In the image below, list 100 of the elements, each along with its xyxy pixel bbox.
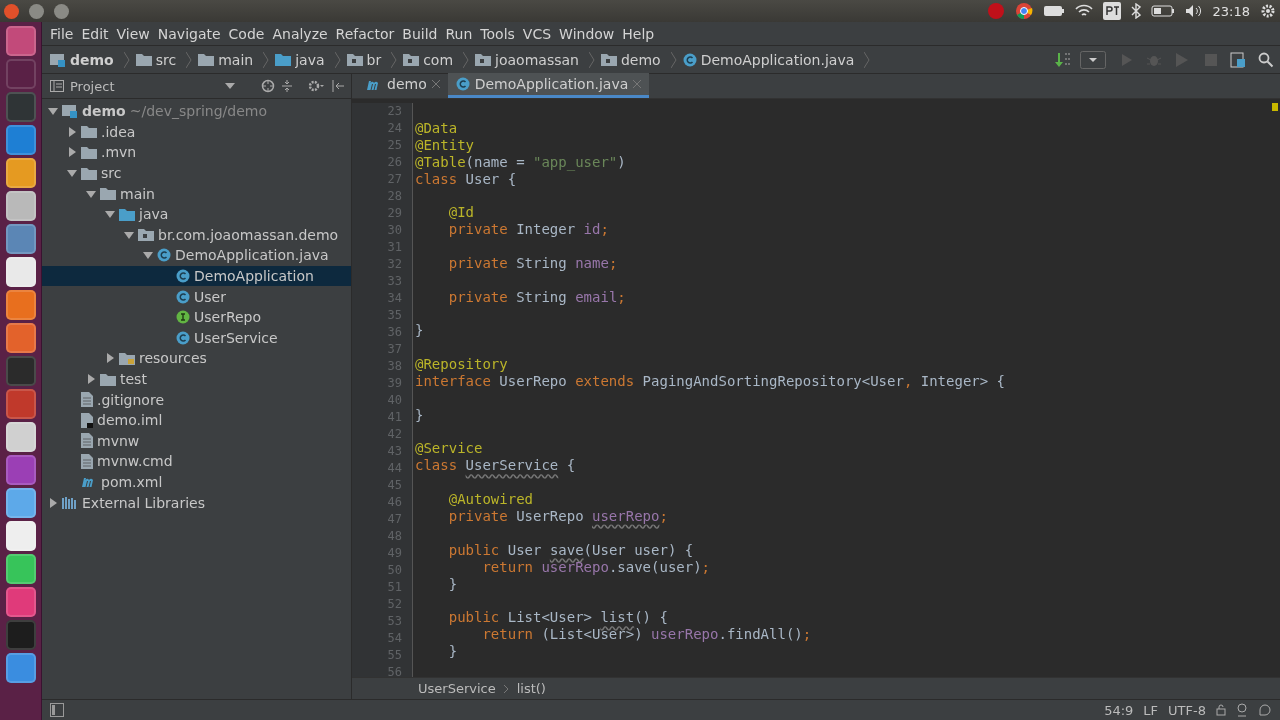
nav-crumb[interactable]: joaomassan bbox=[475, 51, 587, 68]
tree-row[interactable]: DemoApplication.java bbox=[42, 245, 351, 266]
tree-row[interactable]: src bbox=[42, 162, 351, 184]
menu-item[interactable]: Build bbox=[398, 25, 442, 42]
tree-row[interactable]: External Libraries bbox=[42, 492, 351, 513]
menu-item[interactable]: Run bbox=[441, 25, 477, 42]
breadcrumb-item[interactable]: list() bbox=[516, 681, 546, 696]
launcher-app-icon[interactable] bbox=[5, 521, 36, 551]
nav-crumb[interactable]: demo bbox=[50, 51, 122, 68]
nav-crumb[interactable]: DemoApplication.java bbox=[682, 51, 863, 68]
tree-row[interactable]: User bbox=[42, 286, 351, 307]
collapse-arrow-icon[interactable] bbox=[143, 250, 153, 261]
clock[interactable]: 23:18 bbox=[1212, 3, 1250, 19]
collapse-arrow-icon[interactable] bbox=[67, 168, 77, 179]
launcher-app-icon[interactable] bbox=[5, 191, 36, 221]
editor-tab[interactable]: DemoApplication.java bbox=[447, 73, 650, 98]
launcher-app-icon[interactable] bbox=[5, 653, 36, 683]
tree-row[interactable]: mvnw.cmd bbox=[42, 451, 351, 472]
nav-crumb[interactable]: br bbox=[346, 51, 390, 68]
launcher-app-icon[interactable] bbox=[5, 257, 36, 287]
inspector-icon[interactable] bbox=[1236, 703, 1248, 717]
nav-crumb[interactable]: com bbox=[403, 51, 462, 68]
line-separator[interactable]: LF bbox=[1143, 702, 1159, 718]
build-icon[interactable] bbox=[1054, 51, 1072, 68]
breadcrumb-item[interactable]: UserService bbox=[418, 681, 496, 696]
keyboard-layout-icon[interactable] bbox=[1102, 2, 1121, 20]
project-view-icon[interactable] bbox=[50, 80, 64, 92]
tree-row[interactable]: main bbox=[42, 183, 351, 204]
nav-crumb[interactable]: main bbox=[198, 51, 262, 68]
nav-crumb[interactable]: java bbox=[275, 51, 333, 68]
menu-item[interactable]: Window bbox=[555, 25, 619, 42]
menu-item[interactable]: Refactor bbox=[331, 25, 399, 42]
collapse-arrow-icon[interactable] bbox=[86, 188, 96, 199]
menu-item[interactable]: Code bbox=[224, 25, 269, 42]
file-encoding[interactable]: UTF-8 bbox=[1168, 702, 1206, 718]
tree-row[interactable]: mvnw bbox=[42, 430, 351, 452]
caret-position[interactable]: 54:9 bbox=[1104, 702, 1134, 718]
collapse-arrow-icon[interactable] bbox=[105, 209, 115, 220]
bluetooth-icon[interactable] bbox=[1130, 3, 1141, 19]
hide-panel-icon[interactable] bbox=[331, 79, 345, 93]
collapse-all-icon[interactable] bbox=[281, 79, 293, 93]
maximize-button[interactable] bbox=[54, 3, 69, 19]
battery-icon[interactable] bbox=[1150, 5, 1175, 17]
menu-item[interactable]: Analyze bbox=[268, 25, 332, 42]
menu-item[interactable]: Help bbox=[618, 25, 659, 42]
class-icon bbox=[157, 248, 171, 263]
tree-row[interactable]: UserRepo bbox=[42, 306, 351, 328]
close-button[interactable] bbox=[4, 3, 19, 19]
launcher-app-icon[interactable] bbox=[5, 158, 36, 188]
settings-icon[interactable] bbox=[1260, 3, 1276, 19]
launcher-app-icon[interactable] bbox=[5, 290, 36, 320]
tree-row[interactable]: .idea bbox=[42, 121, 351, 143]
tree-row[interactable]: demo ~/dev_spring/demo bbox=[42, 101, 351, 122]
wifi-icon[interactable] bbox=[1074, 4, 1093, 18]
warning-marker-icon[interactable] bbox=[1272, 103, 1278, 111]
expand-arrow-icon[interactable] bbox=[67, 147, 77, 158]
expand-arrow-icon[interactable] bbox=[67, 126, 77, 137]
locate-icon[interactable] bbox=[261, 79, 275, 93]
menu-item[interactable]: Edit bbox=[77, 25, 113, 42]
run-config-dropdown[interactable] bbox=[1080, 50, 1106, 69]
tree-row[interactable]: br.com.joaomassan.demo bbox=[42, 224, 351, 246]
menu-item[interactable]: VCS bbox=[518, 25, 556, 42]
expand-arrow-icon[interactable] bbox=[48, 497, 58, 508]
tool-windows-icon[interactable] bbox=[50, 703, 64, 717]
launcher-app-icon[interactable] bbox=[5, 422, 36, 452]
close-icon[interactable] bbox=[431, 80, 440, 88]
folder-icon bbox=[81, 125, 97, 139]
panel-title[interactable]: Project bbox=[70, 78, 115, 94]
launcher-app-icon[interactable] bbox=[5, 488, 36, 518]
tree-row[interactable]: demo.iml bbox=[42, 409, 351, 431]
menu-item[interactable]: View bbox=[112, 25, 154, 42]
collapse-arrow-icon[interactable] bbox=[48, 106, 58, 117]
expand-arrow-icon[interactable] bbox=[86, 374, 96, 384]
nav-crumb[interactable]: demo bbox=[600, 51, 669, 68]
battery-icon[interactable] bbox=[1042, 5, 1065, 17]
tree-row[interactable]: .mvn bbox=[42, 142, 351, 163]
tree-row[interactable]: resources bbox=[42, 348, 351, 369]
tree-row[interactable]: DemoApplication bbox=[42, 265, 351, 287]
editor-tab[interactable]: demo bbox=[358, 73, 448, 98]
dropdown-arrow-icon[interactable] bbox=[225, 83, 235, 89]
expand-arrow-icon[interactable] bbox=[105, 353, 115, 364]
event-log-icon[interactable] bbox=[1258, 703, 1272, 717]
tree-row[interactable]: .gitignore bbox=[42, 389, 351, 410]
minimize-button[interactable] bbox=[29, 3, 44, 19]
search-icon[interactable] bbox=[1258, 51, 1274, 68]
menu-item[interactable]: File bbox=[46, 25, 78, 42]
tree-row[interactable]: UserService bbox=[42, 327, 351, 349]
browser-icon[interactable] bbox=[1014, 2, 1033, 20]
tree-row[interactable]: java bbox=[42, 203, 351, 225]
menu-item[interactable]: Navigate bbox=[153, 25, 225, 42]
settings-icon[interactable] bbox=[307, 79, 325, 93]
tree-row[interactable]: test bbox=[42, 368, 351, 390]
volume-icon[interactable] bbox=[1184, 4, 1203, 18]
tree-row[interactable]: pom.xml bbox=[42, 471, 351, 493]
collapse-arrow-icon[interactable] bbox=[124, 229, 134, 240]
menu-item[interactable]: Tools bbox=[476, 25, 519, 42]
lock-icon[interactable] bbox=[1216, 704, 1226, 716]
launcher-app-icon[interactable] bbox=[5, 554, 36, 584]
nav-crumb[interactable]: src bbox=[135, 51, 185, 68]
project-structure-icon[interactable] bbox=[1230, 51, 1246, 68]
